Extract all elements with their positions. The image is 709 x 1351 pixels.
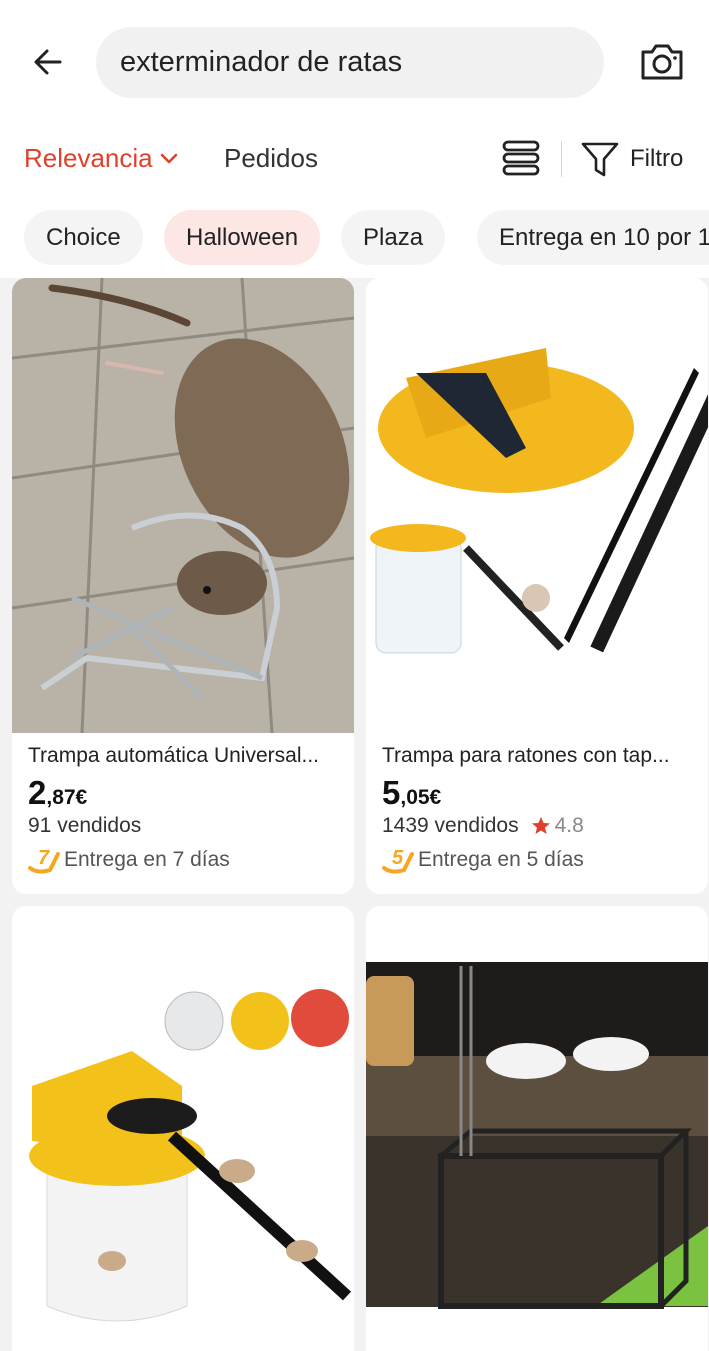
sales-row: 1439 vendidos 4.8 (382, 814, 698, 838)
delivery-info: 7 Entrega en 7 días (28, 846, 344, 874)
delivery-badge-number: 7 (38, 847, 50, 869)
chip-plaza[interactable]: Plaza (341, 210, 446, 265)
chip-delivery-promo[interactable]: Entrega en 10 por 1 (477, 210, 709, 265)
price-integer: 2 (28, 774, 47, 811)
product-title: Trampa automática Universal... (28, 744, 319, 767)
camera-icon (641, 44, 683, 80)
sort-relevance-label: Relevancia (24, 143, 153, 173)
sort-bar: Relevancia Pedidos Filtro (0, 125, 709, 195)
product-image (366, 278, 708, 733)
sales-row: 91 vendidos (28, 814, 344, 838)
product-info: Trampa automática Universal... 2,87€ 91 … (28, 744, 344, 874)
list-view-icon (502, 140, 540, 176)
search-query: exterminador de ratas (120, 46, 403, 78)
price-integer: 5 (382, 774, 401, 811)
rating: 4.8 (531, 814, 584, 838)
chip-halloween[interactable]: Halloween (164, 210, 321, 265)
chevron-down-icon (160, 153, 177, 163)
sort-relevance-tab[interactable]: Relevancia (24, 143, 179, 174)
filter-button[interactable]: Filtro (580, 137, 683, 181)
filter-label: Filtro (630, 145, 684, 172)
product-title: Trampa para ratones con tap... (382, 744, 670, 767)
product-card[interactable] (12, 906, 354, 1351)
sold-count: 1439 vendidos (382, 814, 519, 837)
product-price: 5,05€ (382, 774, 698, 812)
delivery-text: Entrega en 5 días (418, 848, 584, 871)
delivery-badge-icon: 5 (382, 847, 414, 874)
product-info: Trampa para ratones con tap... 5,05€ 143… (382, 744, 698, 874)
product-price: 2,87€ (28, 774, 344, 812)
filter-icon (581, 142, 619, 177)
view-toggle-button[interactable] (500, 137, 542, 179)
product-card[interactable]: Trampa para ratones con tap... 5,05€ 143… (366, 278, 708, 894)
search-header: exterminador de ratas (0, 0, 709, 125)
sort-divider (561, 141, 562, 177)
rating-value: 4.8 (554, 814, 584, 837)
chip-choice[interactable]: Choice (24, 210, 143, 265)
price-decimal: ,05€ (400, 786, 442, 809)
price-decimal: ,87€ (46, 786, 88, 809)
back-button[interactable] (24, 38, 72, 86)
star-icon (531, 817, 550, 834)
product-card[interactable]: Trampa automática Universal... 2,87€ 91 … (12, 278, 354, 894)
product-image (366, 906, 708, 1351)
sort-orders-tab[interactable]: Pedidos (224, 143, 318, 174)
image-search-button[interactable] (632, 38, 692, 86)
search-input[interactable]: exterminador de ratas (96, 27, 604, 98)
product-image (12, 278, 354, 733)
delivery-badge-icon: 7 (28, 847, 60, 874)
back-arrow-icon (34, 49, 62, 75)
delivery-info: 5 Entrega en 5 días (382, 846, 698, 874)
delivery-text: Entrega en 7 días (64, 848, 230, 871)
product-grid: Trampa automática Universal... 2,87€ 91 … (0, 278, 709, 1351)
filter-chips: Choice Halloween Plaza Entrega en 10 por… (0, 195, 709, 278)
product-card[interactable] (366, 906, 708, 1351)
product-image (12, 906, 354, 1351)
delivery-badge-number: 5 (392, 847, 404, 869)
sold-count: 91 vendidos (28, 814, 142, 837)
